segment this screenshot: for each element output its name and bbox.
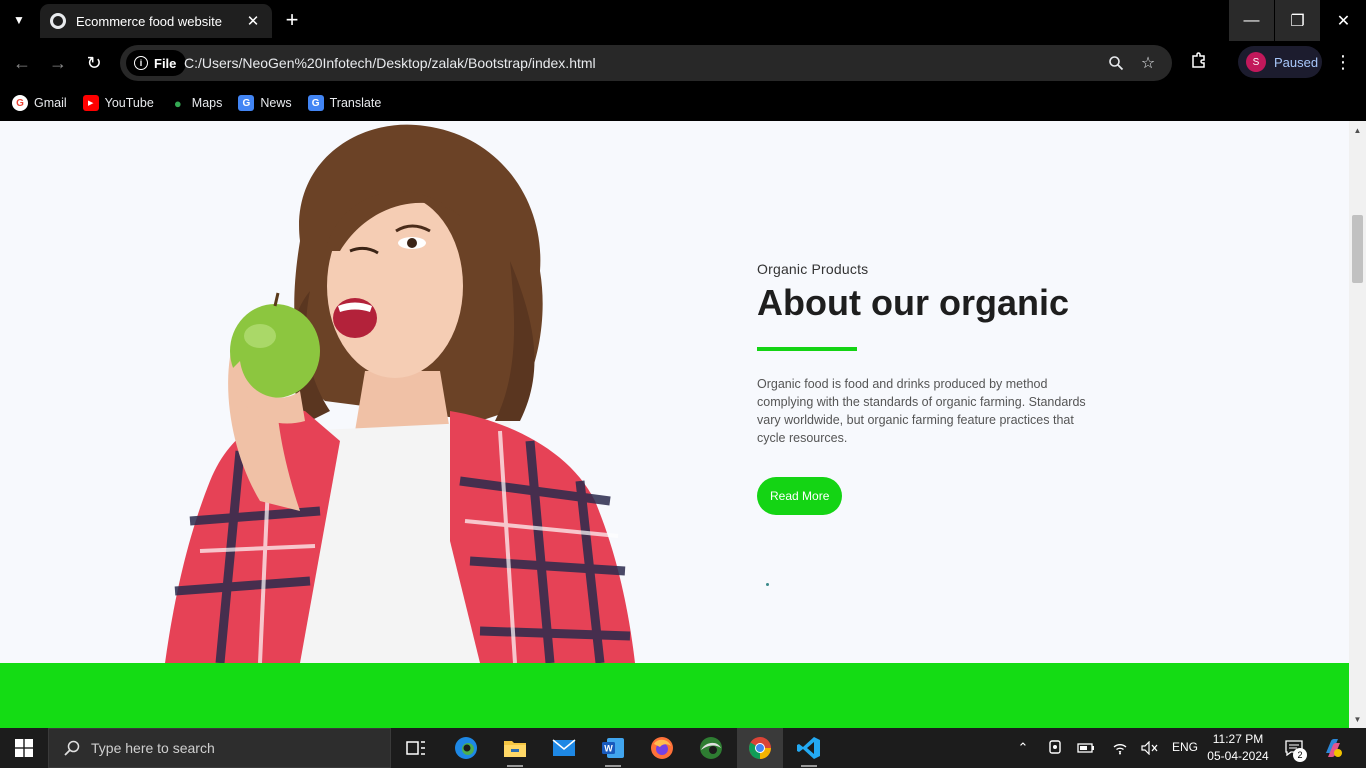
language-indicator[interactable]: ENG bbox=[1172, 740, 1198, 754]
bookmark-translate[interactable]: G Translate bbox=[307, 95, 382, 111]
new-tab-button[interactable]: + bbox=[280, 7, 304, 32]
site-info-chip[interactable]: i File bbox=[126, 50, 187, 76]
chrome-app[interactable] bbox=[737, 728, 783, 768]
translate-icon: G bbox=[307, 95, 324, 111]
arrow-left-icon: ← bbox=[13, 52, 31, 73]
browser-titlebar: ▼ Ecommerce food website ✕ + — ❐ ✕ bbox=[0, 0, 1366, 41]
minimize-button[interactable]: — bbox=[1229, 0, 1274, 41]
copilot-icon[interactable] bbox=[1322, 737, 1344, 759]
restore-button[interactable]: ❐ bbox=[1275, 0, 1320, 41]
bookmark-star-icon[interactable]: ☆ bbox=[1138, 53, 1158, 73]
meet-now-icon[interactable] bbox=[1045, 738, 1065, 758]
decorative-dot bbox=[766, 583, 769, 586]
section-heading: About our organic bbox=[757, 282, 1069, 323]
bookmark-maps[interactable]: ● Maps bbox=[170, 95, 223, 111]
edge-icon bbox=[455, 737, 477, 759]
scrollbar-thumb[interactable] bbox=[1352, 215, 1363, 283]
windows-logo-icon bbox=[15, 739, 33, 757]
search-placeholder: Type here to search bbox=[91, 740, 215, 756]
info-icon: i bbox=[134, 56, 148, 70]
bookmark-label: Gmail bbox=[34, 96, 67, 110]
battery-icon[interactable] bbox=[1076, 738, 1096, 758]
browser-tab[interactable]: Ecommerce food website ✕ bbox=[40, 4, 272, 38]
edge-dev-icon bbox=[700, 737, 722, 759]
vscode-app[interactable] bbox=[786, 728, 832, 768]
green-footer-band bbox=[0, 663, 1349, 728]
reload-button[interactable]: ↻ bbox=[80, 49, 108, 77]
avatar: S bbox=[1246, 52, 1266, 72]
svg-text:W: W bbox=[604, 744, 613, 754]
section-eyebrow: Organic Products bbox=[757, 261, 869, 277]
notification-badge: 2 bbox=[1293, 748, 1307, 762]
page-scrollbar[interactable]: ▲ ▼ bbox=[1349, 121, 1366, 728]
address-bar[interactable]: i File C:/Users/NeoGen%20Infotech/Deskto… bbox=[120, 45, 1172, 81]
zoom-icon[interactable] bbox=[1106, 53, 1126, 73]
folder-icon bbox=[504, 741, 526, 757]
tab-search-button[interactable]: ▼ bbox=[6, 7, 32, 33]
browser-toolbar: ← → ↻ i File C:/Users/NeoGen%20Infotech/… bbox=[0, 41, 1366, 85]
tab-title: Ecommerce food website bbox=[76, 13, 222, 29]
clock-time: 11:27 PM bbox=[1212, 732, 1264, 746]
news-icon: G bbox=[238, 95, 255, 111]
gmail-icon: G bbox=[12, 95, 28, 111]
section-description: Organic food is food and drinks produced… bbox=[757, 377, 1086, 445]
clock-date: 05-04-2024 bbox=[1207, 749, 1269, 763]
mail-app[interactable] bbox=[541, 728, 587, 768]
edge-dev-app[interactable] bbox=[688, 728, 734, 768]
scroll-up-icon[interactable]: ▲ bbox=[1349, 123, 1366, 137]
url-text[interactable]: C:/Users/NeoGen%20Infotech/Desktop/zalak… bbox=[184, 45, 596, 81]
bookmark-label: News bbox=[260, 96, 292, 110]
wifi-icon[interactable] bbox=[1110, 738, 1130, 758]
reload-icon: ↻ bbox=[86, 52, 102, 73]
mail-icon bbox=[552, 739, 576, 756]
bookmarks-bar: G Gmail ▶ YouTube ● Maps G News G Transl… bbox=[0, 85, 1366, 121]
vscode-icon bbox=[797, 737, 820, 759]
search-icon bbox=[63, 739, 81, 757]
chevron-down-icon: ▼ bbox=[13, 13, 25, 27]
edge-app[interactable] bbox=[443, 728, 489, 768]
volume-muted-icon[interactable] bbox=[1140, 738, 1160, 758]
firefox-icon bbox=[651, 737, 673, 759]
word-icon: W bbox=[602, 738, 624, 758]
scroll-down-icon[interactable]: ▼ bbox=[1349, 712, 1366, 726]
system-clock[interactable]: 11:27 PM 05-04-2024 bbox=[1204, 731, 1272, 765]
arrow-right-icon: → bbox=[49, 52, 67, 73]
chevron-up-icon[interactable]: ⌃ bbox=[1013, 738, 1033, 758]
forward-button[interactable]: → bbox=[44, 49, 72, 77]
bookmark-gmail[interactable]: G Gmail bbox=[12, 95, 67, 111]
bookmark-label: Translate bbox=[329, 96, 382, 110]
task-view-button[interactable] bbox=[393, 728, 439, 768]
bookmark-label: Maps bbox=[191, 96, 223, 110]
site-info-label: File bbox=[154, 55, 177, 71]
profile-status: Paused bbox=[1274, 54, 1319, 70]
chrome-icon bbox=[749, 737, 771, 759]
youtube-icon: ▶ bbox=[82, 95, 99, 111]
about-section: Organic Products About our organic Organ… bbox=[757, 261, 1097, 515]
close-icon[interactable]: ✕ bbox=[244, 12, 262, 30]
page-viewport: Organic Products About our organic Organ… bbox=[0, 121, 1349, 728]
taskbar-search-input[interactable]: Type here to search bbox=[48, 728, 391, 768]
extensions-icon[interactable] bbox=[1188, 49, 1210, 71]
window-close-button[interactable]: ✕ bbox=[1321, 0, 1366, 41]
file-explorer-app[interactable] bbox=[492, 728, 538, 768]
firefox-app[interactable] bbox=[639, 728, 685, 768]
more-menu-icon[interactable]: ⋮ bbox=[1333, 50, 1353, 74]
heading-underline bbox=[757, 347, 857, 351]
word-app[interactable]: W bbox=[590, 728, 636, 768]
woman-eating-apple-image bbox=[165, 124, 635, 663]
maps-icon: ● bbox=[173, 95, 182, 111]
profile-button[interactable]: S Paused bbox=[1238, 46, 1322, 78]
notification-center-icon[interactable]: 2 bbox=[1283, 737, 1307, 762]
task-view-icon bbox=[406, 741, 425, 755]
read-more-button[interactable]: Read More bbox=[757, 477, 843, 515]
bookmark-news[interactable]: G News bbox=[238, 95, 292, 111]
back-button[interactable]: ← bbox=[8, 49, 36, 77]
bookmark-youtube[interactable]: ▶ YouTube bbox=[82, 95, 154, 111]
start-button[interactable] bbox=[0, 728, 48, 768]
globe-icon bbox=[50, 13, 66, 29]
bookmark-label: YouTube bbox=[104, 96, 154, 110]
windows-taskbar: Type here to search W ⌃ ENG 11:27 PM 05-… bbox=[0, 728, 1366, 768]
